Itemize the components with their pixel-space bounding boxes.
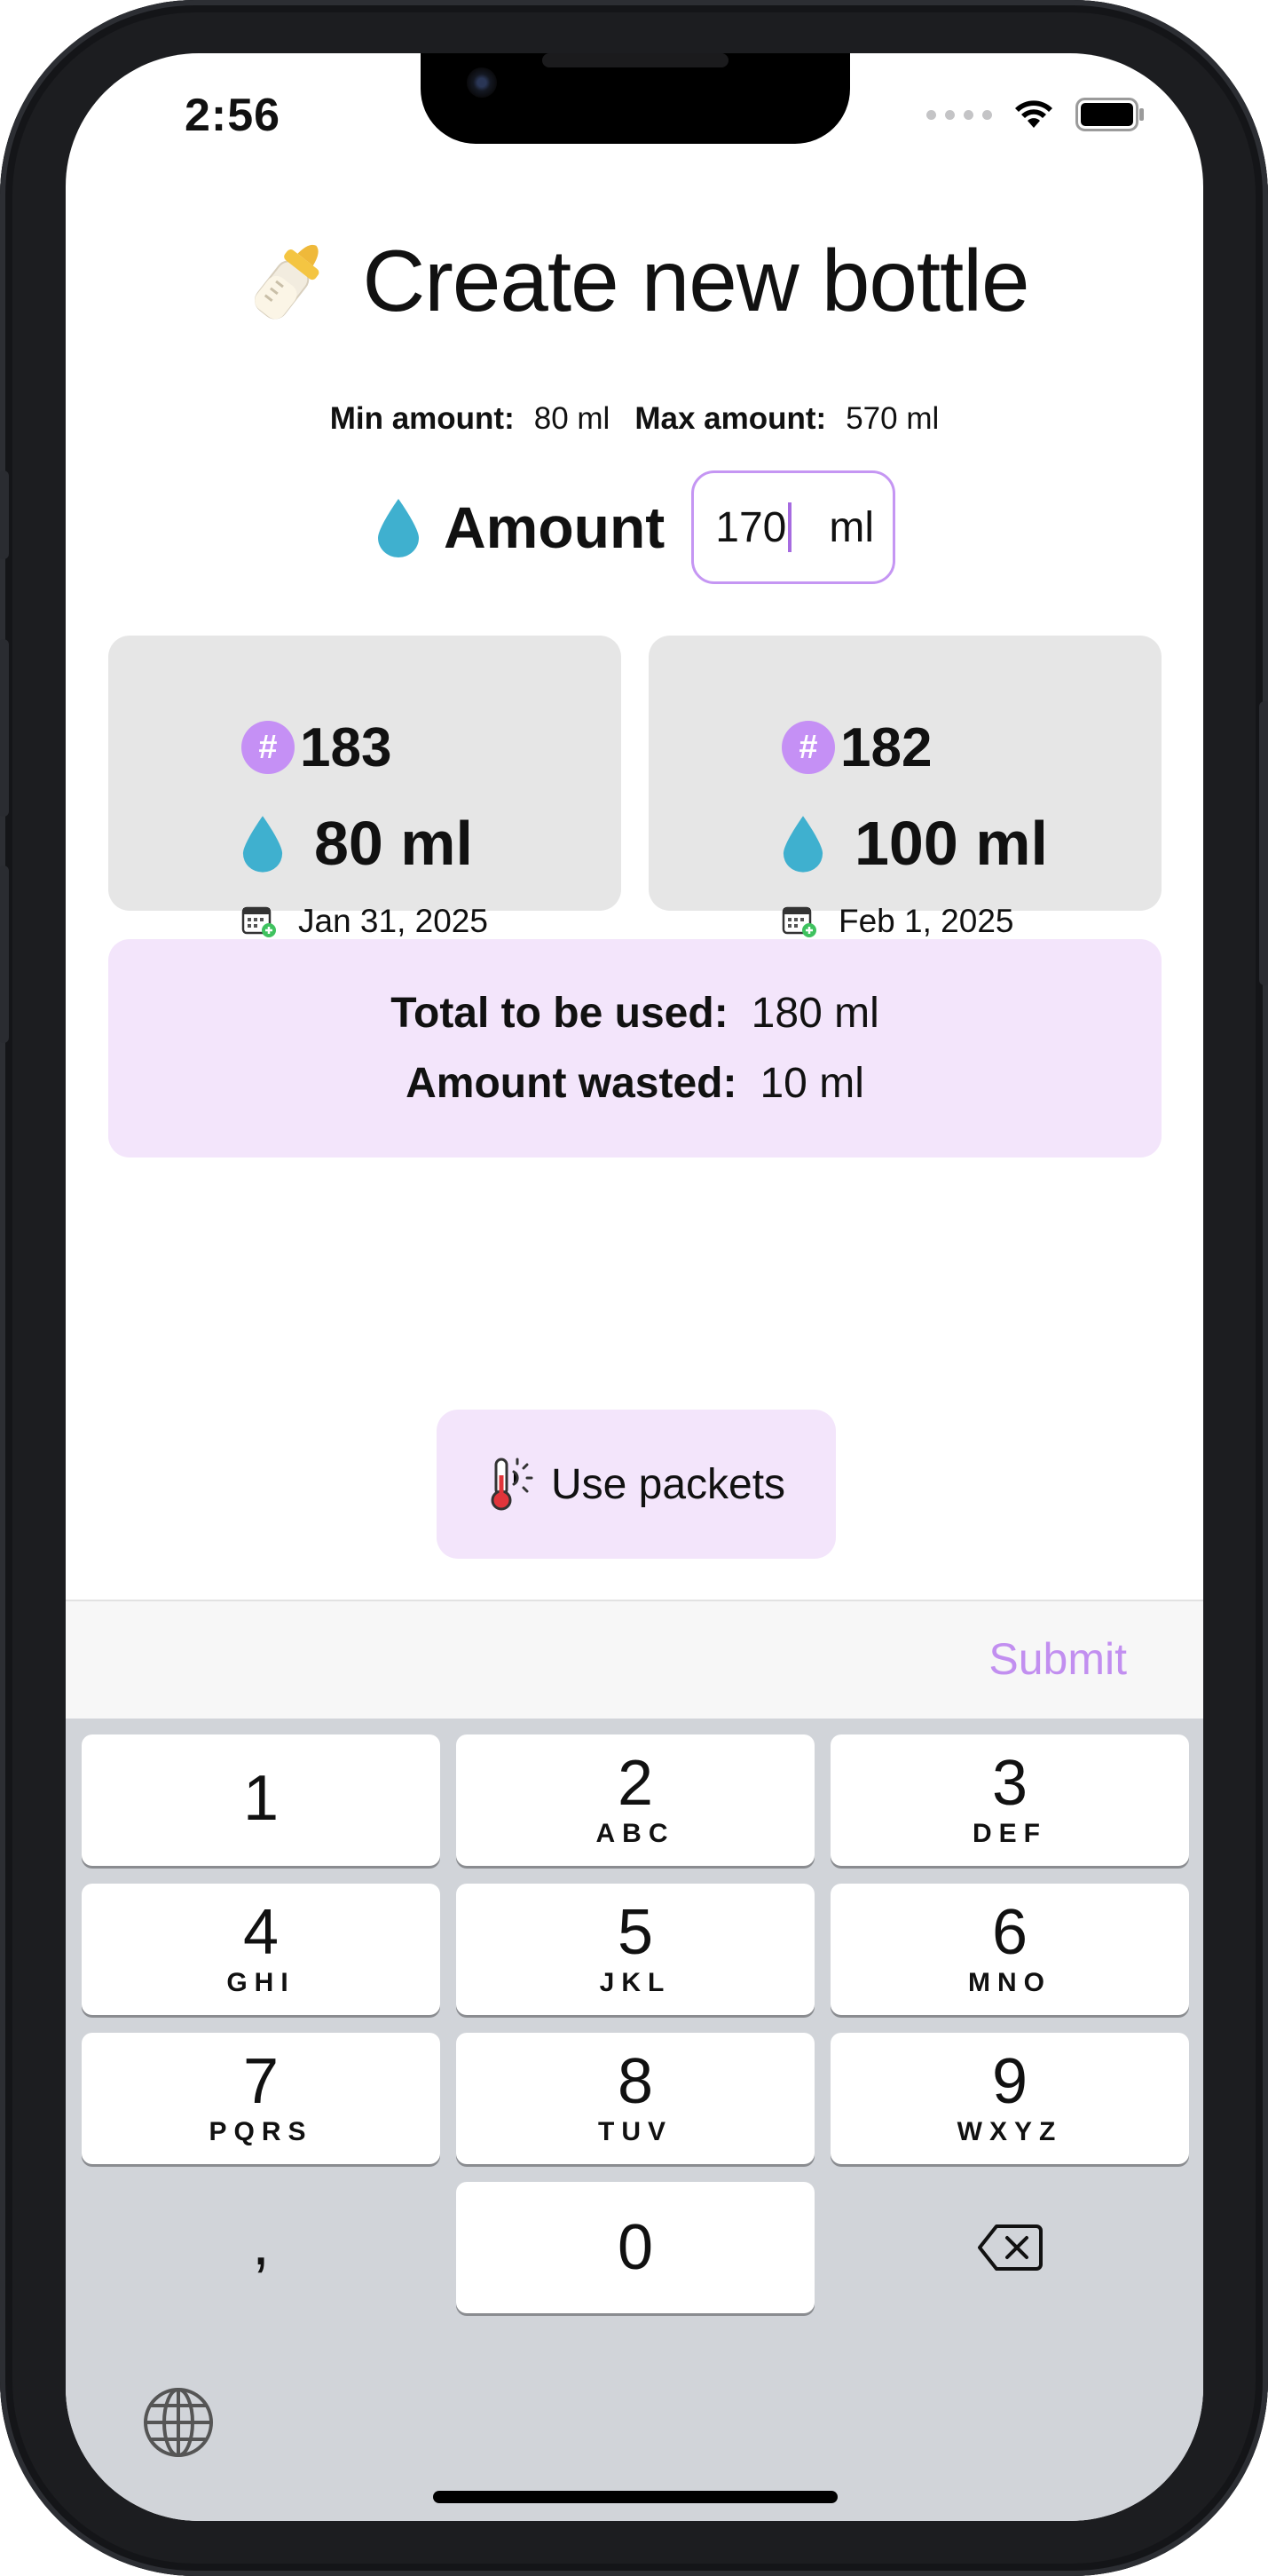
key-number: 8 (617, 2046, 654, 2117)
submit-button[interactable]: Submit (988, 1633, 1127, 1685)
key-7[interactable]: 7 PQRS (82, 2033, 440, 2164)
packet-id-value: 183 (300, 716, 392, 778)
key-comma-label: , (251, 2208, 270, 2279)
earpiece-speaker (542, 53, 729, 67)
number-pad: 1 2 ABC 3 DEF 4 GHI 5 JKL 6 MNO 7 PQRS 8 TUV 9W… (66, 1719, 1203, 2521)
total-used-value: 180 ml (751, 990, 879, 1037)
amount-input-value: 170 (715, 503, 787, 551)
use-packets-button[interactable]: Use packets (437, 1410, 836, 1559)
page-title: Create new bottle (362, 232, 1029, 329)
packet-id: # 182 (782, 717, 932, 778)
key-0[interactable]: 0 (456, 2182, 815, 2313)
key-letters: ABC (595, 1819, 675, 1848)
device-frame: 2:56 Create new bottle Min amount: 80 ml… (0, 0, 1268, 2576)
total-used-label: Total to be used: (390, 990, 729, 1037)
key-6[interactable]: 6 MNO (831, 1884, 1189, 2015)
min-amount-value: 80 ml (533, 401, 610, 436)
key-comma[interactable]: , (82, 2182, 440, 2313)
hash-badge-icon: # (241, 721, 295, 774)
globe-icon[interactable] (142, 2386, 215, 2459)
key-letters: TUV (598, 2117, 673, 2146)
amount-limits: Min amount: 80 ml Max amount: 570 ml (66, 401, 1203, 437)
key-number: 9 (991, 2046, 1028, 2117)
key-3[interactable]: 3 DEF (831, 1734, 1189, 1866)
packet-date: Feb 1, 2025 (782, 902, 1013, 941)
status-time: 2:56 (185, 90, 281, 141)
amount-wasted-value: 10 ml (760, 1060, 864, 1107)
key-letters: JKL (599, 1968, 672, 1997)
wifi-icon (1015, 100, 1052, 128)
packet-amount-value: 100 ml (855, 809, 1048, 878)
key-number: 3 (991, 1748, 1028, 1819)
key-2[interactable]: 2 ABC (456, 1734, 815, 1866)
volume-up-button (0, 639, 9, 817)
total-used-line: Total to be used: 180 ml (390, 989, 879, 1038)
key-letters: PQRS (209, 2117, 313, 2146)
amount-label: Amount (444, 494, 666, 560)
key-number: 0 (617, 2212, 654, 2283)
key-letters: WXYZ (957, 2117, 1063, 2146)
text-cursor (788, 502, 792, 552)
key-letters: DEF (973, 1819, 1047, 1848)
calendar-add-icon (241, 906, 276, 937)
packet-date-value: Jan 31, 2025 (298, 903, 488, 939)
packet-amount: 100 ml (782, 807, 1048, 880)
amount-wasted-label: Amount wasted: (406, 1060, 737, 1107)
key-number: 7 (242, 2046, 280, 2117)
amount-wasted-line: Amount wasted: 10 ml (406, 1059, 864, 1108)
key-number: 5 (617, 1897, 654, 1968)
key-number: 2 (617, 1748, 654, 1819)
page-header: Create new bottle (66, 231, 1203, 331)
key-letters: MNO (968, 1968, 1051, 1997)
key-number: 6 (991, 1897, 1028, 1968)
baby-bottle-icon (255, 244, 319, 320)
key-number: 1 (242, 1763, 280, 1834)
battery-icon (1075, 98, 1144, 131)
amount-input[interactable]: 170 ml (691, 470, 896, 584)
home-indicator (433, 2491, 838, 2503)
packet-card[interactable]: # 182 100 ml Feb 1, 2025 (649, 636, 1162, 939)
packet-card[interactable]: # 183 80 ml Jan 31, 2025 (108, 636, 621, 939)
screen: 2:56 Create new bottle Min amount: 80 ml… (66, 53, 1203, 2521)
packet-amount: 80 ml (241, 807, 473, 880)
packet-date: Jan 31, 2025 (241, 902, 488, 941)
front-camera (467, 67, 497, 98)
amount-row: Amount 170 ml (376, 470, 896, 584)
power-button (1259, 701, 1268, 985)
use-packets-label: Use packets (550, 1460, 786, 1508)
min-amount-label: Min amount: (329, 401, 515, 436)
max-amount-value: 570 ml (846, 401, 940, 436)
key-8[interactable]: 8 TUV (456, 2033, 815, 2164)
calendar-add-icon (782, 906, 816, 937)
amount-unit: ml (829, 503, 875, 551)
packet-id-value: 182 (840, 716, 933, 778)
water-drop-icon (378, 499, 419, 557)
keyboard-accessory-bar: Submit (66, 1600, 1203, 1719)
key-5[interactable]: 5 JKL (456, 1884, 815, 2015)
mute-switch (0, 470, 9, 559)
packet-date-value: Feb 1, 2025 (839, 903, 1014, 939)
volume-down-button (0, 865, 9, 1043)
signal-dots-icon (926, 109, 992, 120)
notch (421, 53, 850, 144)
packet-amount-value: 80 ml (314, 809, 473, 878)
max-amount-label: Max amount: (634, 401, 827, 436)
key-1[interactable]: 1 (82, 1734, 440, 1866)
packet-id: # 183 (241, 717, 391, 778)
key-backspace[interactable] (831, 2182, 1189, 2313)
backspace-icon (978, 2224, 1043, 2271)
key-4[interactable]: 4 GHI (82, 1884, 440, 2015)
status-indicators (926, 98, 1145, 131)
thermometer-icon (491, 1458, 533, 1511)
key-letters: GHI (226, 1968, 295, 1997)
key-9[interactable]: 9 WXYZ (831, 2033, 1189, 2164)
key-number: 4 (242, 1897, 280, 1968)
usage-summary: Total to be used: 180 ml Amount wasted: 10… (108, 939, 1162, 1158)
hash-badge-icon: # (782, 721, 835, 774)
water-drop-icon (783, 816, 823, 873)
water-drop-icon (242, 816, 283, 873)
